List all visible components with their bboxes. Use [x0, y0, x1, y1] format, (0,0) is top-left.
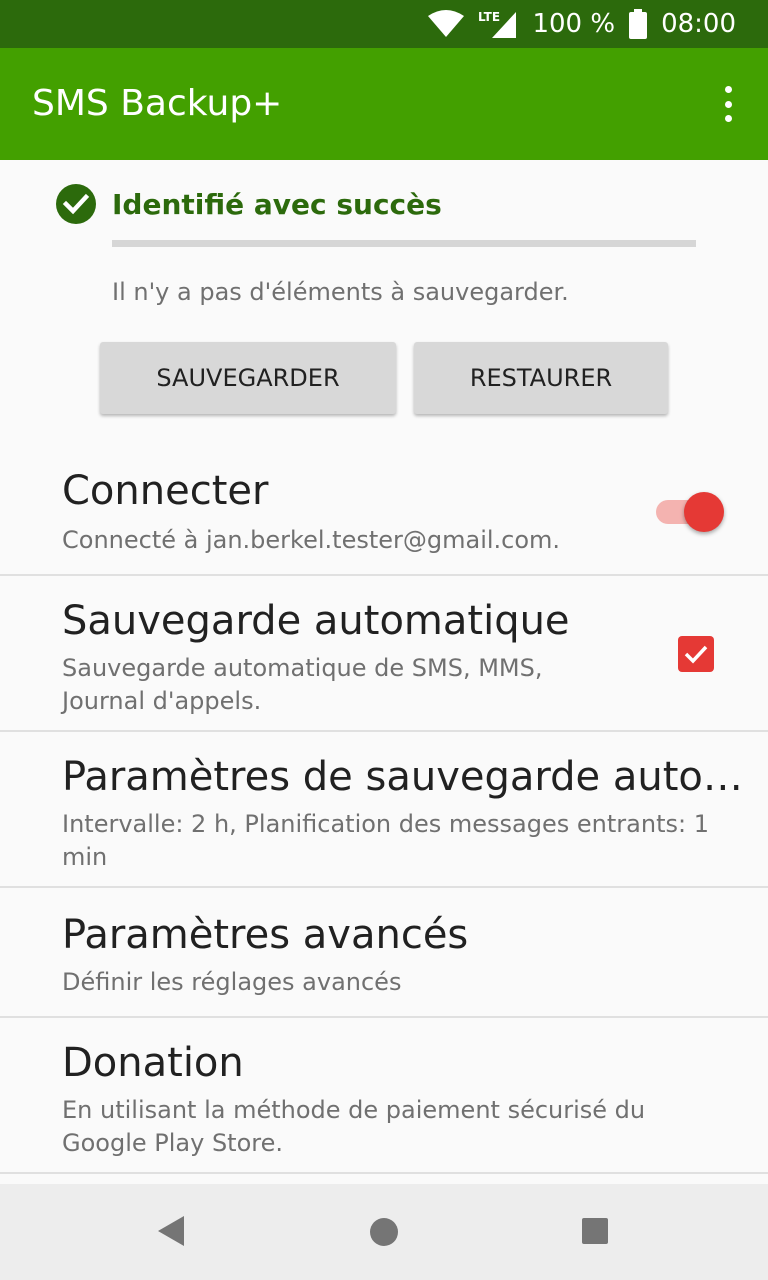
back-icon[interactable]: [156, 1214, 186, 1248]
more-vert-icon[interactable]: [716, 86, 740, 122]
navigation-bar: [0, 1184, 768, 1280]
status-icons: LTE 100 % 08:00: [428, 0, 736, 48]
pref-title: Paramètres de sauvegarde auto…: [62, 754, 743, 800]
backup-progress-bar: [112, 240, 696, 247]
lte-signal-icon: LTE: [478, 10, 517, 38]
wifi-icon: [428, 10, 465, 37]
connect-switch[interactable]: [656, 492, 724, 532]
pref-summary: Sauvegarde automatique de SMS, MMS, Jour…: [62, 654, 543, 715]
pref-summary: Intervalle: 2 h, Planification des messa…: [62, 810, 709, 871]
recents-icon[interactable]: [582, 1218, 608, 1244]
switch-thumb: [684, 492, 724, 532]
pref-connect[interactable]: Connecter Connecté à jan.berkel.tester@g…: [0, 440, 768, 576]
pref-advanced-settings[interactable]: Paramètres avancés Définir les réglages …: [0, 888, 768, 1018]
login-status-text: Identifié avec succès: [112, 187, 442, 221]
app-bar: SMS Backup+: [0, 48, 768, 160]
battery-icon: [629, 9, 648, 39]
pref-donation[interactable]: Donation En utilisant la méthode de paie…: [0, 1018, 768, 1174]
clock: 08:00: [661, 9, 736, 39]
battery-percent: 100 %: [532, 9, 616, 39]
check-icon: [684, 645, 708, 664]
pref-title: Paramètres avancés: [62, 912, 469, 958]
app-title: SMS Backup+: [32, 83, 283, 124]
auto-backup-checkbox[interactable]: [678, 636, 714, 672]
pref-auto-backup-settings[interactable]: Paramètres de sauvegarde auto… Intervall…: [0, 732, 768, 888]
check-circle-icon: [56, 184, 96, 224]
restore-button[interactable]: RESTAURER: [414, 342, 668, 414]
pref-summary: En utilisant la méthode de paiement sécu…: [62, 1096, 646, 1157]
pref-auto-backup[interactable]: Sauvegarde automatique Sauvegarde automa…: [0, 576, 768, 732]
pref-summary: Définir les réglages avancés: [62, 968, 402, 996]
home-icon[interactable]: [370, 1218, 398, 1246]
backup-button[interactable]: SAUVEGARDER: [100, 342, 396, 414]
pref-summary: Connecté à jan.berkel.tester@gmail.com.: [62, 526, 561, 554]
pref-title: Connecter: [62, 468, 269, 514]
login-status: Identifié avec succès: [56, 184, 442, 224]
pref-title: Sauvegarde automatique: [62, 598, 570, 644]
status-bar: LTE 100 % 08:00: [0, 0, 768, 48]
network-type: LTE: [478, 10, 500, 24]
backup-info-text: Il n'y a pas d'éléments à sauvegarder.: [112, 278, 569, 306]
pref-title: Donation: [62, 1040, 244, 1086]
